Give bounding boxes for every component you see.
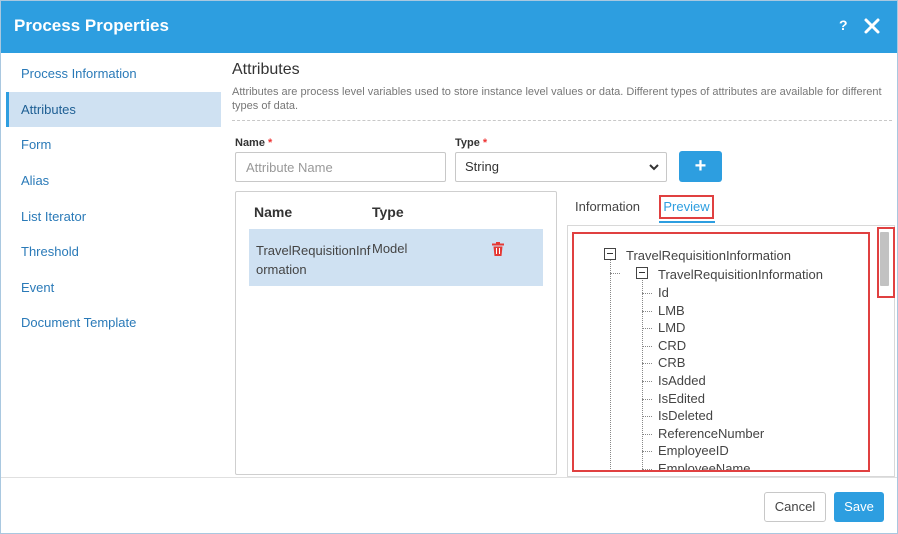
active-tab-indicator	[659, 221, 715, 223]
sidebar-item-event[interactable]: Event	[6, 270, 221, 305]
column-header-type: Type	[372, 204, 404, 220]
dialog-titlebar: Process Properties ?	[1, 1, 897, 53]
dialog-title: Process Properties	[14, 16, 169, 35]
attribute-name-input[interactable]	[235, 152, 446, 182]
attribute-type-value: String	[465, 159, 499, 174]
close-icon[interactable]	[863, 17, 881, 35]
sidebar-item-alias[interactable]: Alias	[6, 163, 221, 198]
attribute-type-cell: Model	[372, 241, 408, 256]
save-button[interactable]: Save	[834, 492, 884, 522]
column-header-name: Name	[254, 204, 293, 220]
type-field-label: Type *	[455, 137, 488, 149]
add-attribute-button[interactable]: +	[679, 151, 722, 182]
footer-divider	[1, 477, 897, 478]
help-icon[interactable]: ?	[839, 17, 848, 33]
cancel-button[interactable]: Cancel	[764, 492, 826, 522]
sidebar: Process Information Attributes Form Alia…	[1, 53, 222, 477]
table-row[interactable]: TravelRequisitionInformation Model	[249, 229, 543, 286]
sidebar-item-threshold[interactable]: Threshold	[6, 234, 221, 269]
sidebar-item-attributes[interactable]: Attributes	[6, 92, 221, 127]
section-divider	[232, 120, 892, 121]
page-title: Attributes	[232, 61, 300, 78]
sidebar-item-list-iterator[interactable]: List Iterator	[6, 199, 221, 234]
tab-information[interactable]: Information	[575, 199, 640, 214]
sidebar-item-document-template[interactable]: Document Template	[6, 305, 221, 340]
chevron-down-icon	[649, 164, 659, 171]
attribute-type-select[interactable]: String	[455, 152, 667, 182]
sidebar-item-form[interactable]: Form	[6, 127, 221, 162]
trash-icon[interactable]	[492, 242, 504, 256]
tab-preview[interactable]: Preview	[659, 195, 714, 219]
page-description: Attributes are process level variables u…	[232, 86, 882, 112]
attribute-name-cell: TravelRequisitionInformation	[256, 243, 371, 277]
name-field-label: Name *	[235, 137, 273, 149]
preview-highlight-frame	[572, 232, 870, 472]
sidebar-item-process-information[interactable]: Process Information	[6, 56, 221, 91]
attributes-grid: Name Type TravelRequisitionInformation M…	[235, 191, 557, 475]
preview-scrollbar-thumb[interactable]	[880, 232, 889, 286]
process-properties-dialog: Process Properties ? Process Information…	[0, 0, 898, 534]
